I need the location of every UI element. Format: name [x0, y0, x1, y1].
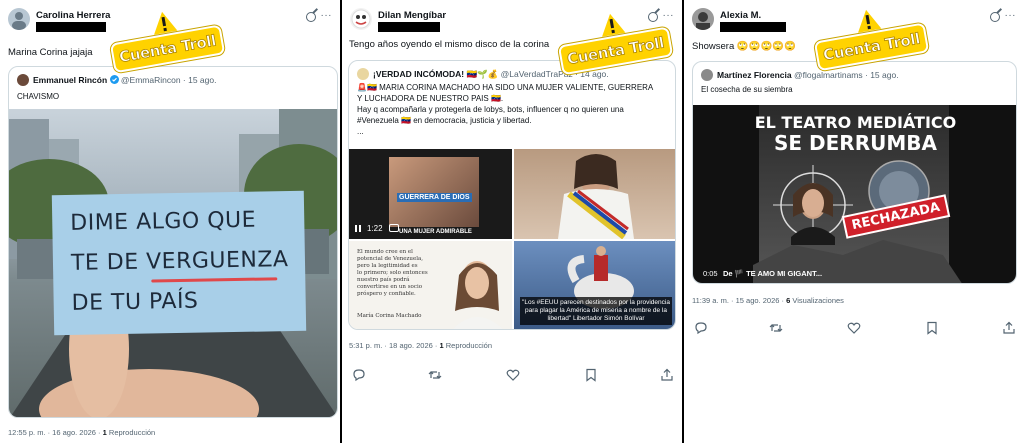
tweet-text: Marina Corina jajaja	[8, 47, 93, 58]
quote-avatar	[357, 68, 369, 80]
sign-line-1: DIME ALGO QUE	[70, 207, 257, 236]
views-label: Reproducción	[108, 428, 156, 437]
captions-icon[interactable]	[389, 224, 399, 232]
quoted-tweet[interactable]: Emmanuel Rincón @EmmaRincon · 15 ago. CH…	[8, 66, 338, 418]
timestamp-text: 11:39 a. m. · 15 ago. 2026 ·	[692, 296, 785, 305]
share-icon[interactable]	[1002, 321, 1016, 335]
quote-avatar	[17, 74, 29, 86]
tweet-panel-3: Alexia M. ··· Showsera 🙄🙄🙄🙄🙄 Martínez Fl…	[684, 0, 1024, 443]
media-video[interactable]: GUERRERA DE DIOS UNA MUJER ADMIRABLE 1:2…	[349, 149, 512, 239]
grok-icon[interactable]	[990, 12, 1000, 22]
tweet-panel-2: Dilan Mengíbar ··· Tengo años oyendo el …	[342, 0, 682, 443]
quote-avatar	[701, 69, 713, 81]
card-line-5: nuestro país podrá	[357, 277, 410, 283]
media-quote-card[interactable]: El mundo cree en el potencial de Venezue…	[349, 241, 512, 329]
quoted-tweet[interactable]: Martínez Florencia @flogalmartinams · 15…	[692, 61, 1017, 284]
reply-icon[interactable]	[352, 368, 366, 382]
reply-icon[interactable]	[694, 321, 708, 335]
more-options-icon[interactable]: ···	[1005, 10, 1017, 21]
views-count: 1	[102, 428, 107, 437]
like-icon[interactable]	[506, 368, 520, 382]
sticker-label: Cuenta Troll	[117, 31, 218, 67]
card-author: María Corina Machado	[357, 313, 422, 319]
redacted-handle	[36, 22, 106, 32]
quote-text-line-4: #Venezuela 🇻🇪 en democracia, justicia y …	[357, 116, 532, 125]
tweet-timestamp: 12:55 p. m. · 16 ago. 2026 · 1 Reproducc…	[8, 428, 155, 437]
avatar[interactable]	[8, 8, 30, 30]
sign-line-3: DE TU PAÍS	[71, 288, 199, 316]
underline-mark	[151, 277, 278, 283]
more-options-icon[interactable]: ···	[321, 10, 333, 21]
timestamp-text: 12:55 p. m. · 16 ago. 2026 ·	[8, 428, 101, 437]
video-caption-2: UNA MUJER ADMIRABLE	[399, 229, 472, 235]
avatar[interactable]	[692, 8, 714, 30]
user-name[interactable]: Alexia M.	[720, 10, 761, 21]
media-bolivar[interactable]: "Los #EEUU parecen destinados por la pro…	[514, 241, 675, 329]
views-label: Reproducción	[445, 341, 493, 350]
action-bar	[350, 368, 674, 384]
paper-sign: DIME ALGO QUE TE DE VERGUENZA DE TU PAÍS	[51, 190, 307, 336]
bookmark-icon[interactable]	[584, 368, 598, 382]
card-line-3: pero la legitimidad es	[357, 263, 418, 269]
views-count: 6	[786, 296, 791, 305]
avatar[interactable]	[350, 8, 372, 30]
poster-video[interactable]: EL TEATRO MEDIÁTICO SE DERRUMBA RECHAZAD…	[693, 105, 1016, 283]
quote-text-line-5: ...	[357, 127, 364, 136]
pause-icon[interactable]	[355, 225, 361, 232]
quote-author: Martínez Florencia @flogalmartinams · 15…	[717, 70, 899, 80]
video-time: 0:05	[703, 269, 718, 278]
quote-text: El cosecha de su siembra	[701, 85, 793, 94]
quote-text-line-3: Hay q acompañarla y protegerla de lobys,…	[357, 105, 624, 114]
tweet-panel-1: Carolina Herrera ··· Marina Corina jajaj…	[0, 0, 340, 443]
sticker-label: Cuenta Troll	[565, 33, 666, 69]
quote-text-line-1: 🚨🇻🇪 MARIA CORINA MACHADO HA SIDO UNA MUJ…	[357, 83, 654, 92]
card-line-7: próspero y confiable.	[357, 291, 416, 297]
bookmark-icon[interactable]	[925, 321, 939, 335]
timestamp-text: 5:31 p. m. · 18 ago. 2026 ·	[349, 341, 438, 350]
retweet-icon[interactable]	[428, 368, 442, 382]
sticker-label: Cuenta Troll	[821, 29, 922, 65]
card-line-4: lo primero; solo entonces	[357, 270, 428, 276]
video-source-label[interactable]: De 🏴 TE AMO MI GIGANT...	[723, 269, 822, 278]
tweet-timestamp: 5:31 p. m. · 18 ago. 2026 · 1 Reproducci…	[349, 341, 492, 350]
share-icon[interactable]	[660, 368, 674, 382]
views-label: Visualizaciones	[792, 296, 844, 305]
quote-author-name: Martínez Florencia	[717, 70, 792, 80]
quote-author-name: ¡VERDAD INCÓMODA! 🇻🇪🌱💰	[373, 69, 499, 79]
sign-line-2: TE DE VERGUENZA	[70, 247, 289, 276]
card-line-1: El mundo cree en el	[357, 249, 413, 255]
card-line-6: convertirse en un socio	[357, 284, 423, 290]
quote-text-line-2: Y LUCHADORA DE NUESTRO PAIS 🇻🇪.	[357, 94, 504, 103]
video-caption: GUERRERA DE DIOS	[397, 193, 472, 202]
user-name[interactable]: Dilan Mengíbar	[378, 10, 446, 21]
bolivar-caption: "Los #EEUU parecen destinados por la pro…	[520, 297, 672, 325]
action-bar	[692, 321, 1016, 337]
video-time: 1:22	[367, 224, 383, 233]
card-line-2: potencial de Venezuela,	[357, 256, 423, 262]
quoted-tweet[interactable]: ¡VERDAD INCÓMODA! 🇻🇪🌱💰 @LaVerdadTraPaz ·…	[348, 60, 676, 330]
quote-text: CHAVISMO	[17, 92, 60, 101]
quote-author-name: Emmanuel Rincón	[33, 75, 108, 85]
quote-image[interactable]: DIME ALGO QUE TE DE VERGUENZA DE TU PAÍS	[9, 109, 337, 417]
tweet-text: Showsera 🙄🙄🙄🙄🙄	[692, 41, 797, 52]
redacted-handle	[378, 22, 440, 32]
tweet-timestamp: 11:39 a. m. · 15 ago. 2026 · 6 Visualiza…	[692, 296, 844, 305]
retweet-icon[interactable]	[769, 321, 783, 335]
like-icon[interactable]	[847, 321, 861, 335]
tweet-text: Tengo años oyendo el mismo disco de la c…	[349, 39, 550, 50]
views-count: 1	[439, 341, 444, 350]
redacted-handle	[720, 22, 786, 32]
grok-icon[interactable]	[306, 12, 316, 22]
user-name[interactable]: Carolina Herrera	[36, 10, 110, 21]
media-photo-sash[interactable]	[514, 149, 675, 239]
